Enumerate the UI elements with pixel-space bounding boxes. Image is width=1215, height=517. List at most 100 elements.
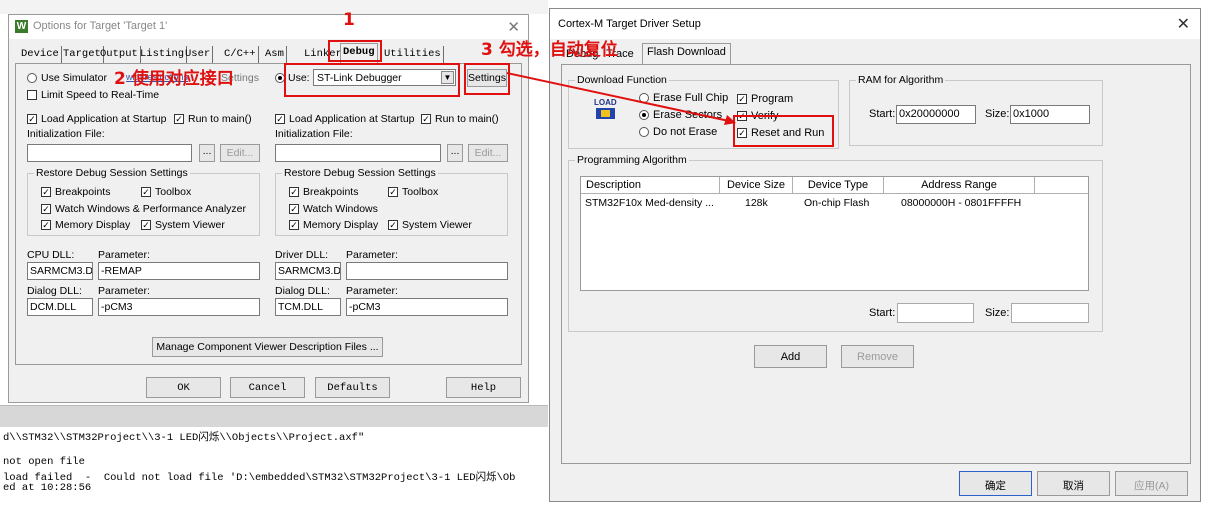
column-header-device-size[interactable]: Device Size xyxy=(720,177,793,194)
use-simulator-radio[interactable] xyxy=(27,73,37,83)
editor-background xyxy=(0,0,548,14)
toolbox-label: Toolbox xyxy=(155,186,192,198)
use-simulator-label: Use Simulator xyxy=(41,72,107,84)
cancel-button[interactable]: 取消 xyxy=(1037,471,1110,496)
algorithm-start-label: Start: xyxy=(869,307,896,319)
run-to-main-checkbox[interactable]: ✓ xyxy=(421,114,431,124)
algorithm-size-label: Size: xyxy=(985,307,1010,319)
memory-checkbox[interactable]: ✓ xyxy=(41,220,51,230)
help-button[interactable]: Help xyxy=(446,377,521,398)
toolbox-checkbox[interactable]: ✓ xyxy=(141,187,151,197)
init-file-input[interactable] xyxy=(27,144,192,162)
system-viewer-label: System Viewer xyxy=(402,219,472,231)
group-title: Restore Debug Session Settings xyxy=(34,167,190,179)
system-viewer-checkbox[interactable]: ✓ xyxy=(388,220,398,230)
ram-start-label: Start: xyxy=(869,108,896,120)
init-file-label: Initialization File: xyxy=(27,128,105,140)
build-output-header xyxy=(0,405,548,427)
annotation-step-2: 2 使用对应接口 xyxy=(114,69,234,89)
annotation-box-settings-button xyxy=(464,63,510,95)
group-title: Restore Debug Session Settings xyxy=(282,167,438,179)
system-viewer-label: System Viewer xyxy=(155,219,225,231)
column-header-device-type[interactable]: Device Type xyxy=(793,177,884,194)
close-icon[interactable]: ✕ xyxy=(507,18,520,36)
dialog-parameter-field[interactable]: -pCM3 xyxy=(98,298,260,316)
defaults-button[interactable]: Defaults xyxy=(315,377,390,398)
table-cell-address-range[interactable]: 08000000H - 0801FFFFH xyxy=(901,197,1021,209)
system-viewer-checkbox[interactable]: ✓ xyxy=(141,220,151,230)
annotation-arrow xyxy=(506,72,736,125)
browse-button[interactable]: ... xyxy=(447,144,463,162)
dialog-dll-field[interactable]: DCM.DLL xyxy=(27,298,93,316)
ram-size-field[interactable]: 0x1000 xyxy=(1010,105,1090,124)
edit-button[interactable]: Edit... xyxy=(468,144,508,162)
load-app-checkbox[interactable]: ✓ xyxy=(275,114,285,124)
dialog-title-bar: W Options for Target 'Target 1' ✕ xyxy=(9,15,528,39)
driver-dll-label: Driver DLL: xyxy=(275,249,329,261)
cpu-dll-label: CPU DLL: xyxy=(27,249,75,261)
add-button[interactable]: Add xyxy=(754,345,827,368)
limit-speed-checkbox[interactable] xyxy=(27,90,37,100)
init-file-input[interactable] xyxy=(275,144,441,162)
column-header-description[interactable]: Description xyxy=(581,177,720,194)
memory-label: Memory Display xyxy=(55,219,131,231)
tab-output[interactable]: Output xyxy=(98,46,141,63)
apply-button[interactable]: 应用(A) xyxy=(1115,471,1188,496)
ram-start-field[interactable]: 0x20000000 xyxy=(896,105,976,124)
breakpoints-label: Breakpoints xyxy=(303,186,359,198)
run-to-main-label: Run to main() xyxy=(435,113,499,125)
breakpoints-checkbox[interactable]: ✓ xyxy=(41,187,51,197)
cpu-parameter-field[interactable]: -REMAP xyxy=(98,262,260,280)
memory-label: Memory Display xyxy=(303,219,379,231)
manage-component-viewer-button[interactable]: Manage Component Viewer Description File… xyxy=(152,337,383,357)
memory-checkbox[interactable]: ✓ xyxy=(289,220,299,230)
parameter-label: Parameter: xyxy=(98,249,150,261)
run-to-main-checkbox[interactable]: ✓ xyxy=(174,114,184,124)
dialog-dll-field[interactable]: TCM.DLL xyxy=(275,298,341,316)
parameter-label: Parameter: xyxy=(346,249,398,261)
watch-checkbox[interactable]: ✓ xyxy=(289,204,299,214)
init-file-label: Initialization File: xyxy=(275,128,353,140)
tab-cc[interactable]: C/C++ xyxy=(222,46,259,63)
column-header-empty xyxy=(1035,177,1088,194)
dialog-title: Options for Target 'Target 1' xyxy=(33,20,168,32)
tab-device[interactable]: Device xyxy=(19,46,62,63)
toolbox-checkbox[interactable]: ✓ xyxy=(388,187,398,197)
output-line: d\\STM32\\STM32Project\\3-1 LED闪烁\\Objec… xyxy=(3,432,365,444)
dialog-title: Cortex-M Target Driver Setup xyxy=(558,18,701,30)
ok-button[interactable]: 确定 xyxy=(959,471,1032,496)
driver-parameter-field[interactable] xyxy=(346,262,508,280)
tab-flash-download[interactable]: Flash Download xyxy=(642,43,731,65)
parameter-label: Parameter: xyxy=(346,285,398,297)
dialog-parameter-field[interactable]: -pCM3 xyxy=(346,298,508,316)
table-cell-device-size[interactable]: 128k xyxy=(745,197,768,209)
remove-button[interactable]: Remove xyxy=(841,345,914,368)
algorithm-table: Description Device Size Device Type Addr… xyxy=(580,176,1089,291)
ok-button[interactable]: OK xyxy=(146,377,221,398)
load-app-checkbox[interactable]: ✓ xyxy=(27,114,37,124)
tab-asm[interactable]: Asm xyxy=(263,46,287,63)
annotation-box-reset-and-run xyxy=(733,115,834,147)
keil-logo-icon: W xyxy=(15,20,28,33)
algorithm-start-field[interactable] xyxy=(897,303,974,323)
table-cell-device-type[interactable]: On-chip Flash xyxy=(804,197,869,209)
browse-button[interactable]: ... xyxy=(199,144,215,162)
annotation-step-1: 1 xyxy=(343,10,355,30)
tab-listing[interactable]: Listing xyxy=(138,46,188,63)
build-output-panel: d\\STM32\\STM32Project\\3-1 LED闪烁\\Objec… xyxy=(0,427,548,509)
tab-user[interactable]: User xyxy=(183,46,214,63)
cancel-button[interactable]: Cancel xyxy=(230,377,305,398)
watch-checkbox[interactable]: ✓ xyxy=(41,204,51,214)
limit-speed-label: Limit Speed to Real-Time xyxy=(41,89,160,101)
group-title: RAM for Algorithm xyxy=(856,74,946,86)
column-header-address-range[interactable]: Address Range xyxy=(884,177,1035,194)
close-icon[interactable]: ✕ xyxy=(1177,14,1190,34)
cpu-dll-field[interactable]: SARMCM3.DLL xyxy=(27,262,93,280)
algorithm-size-field[interactable] xyxy=(1011,303,1089,323)
dialog-title-bar: Cortex-M Target Driver Setup ✕ xyxy=(550,9,1200,39)
edit-button[interactable]: Edit... xyxy=(220,144,260,162)
breakpoints-checkbox[interactable]: ✓ xyxy=(289,187,299,197)
tab-utilities[interactable]: Utilities xyxy=(382,46,444,63)
table-cell-description[interactable]: STM32F10x Med-density ... xyxy=(585,197,714,209)
driver-dll-field[interactable]: SARMCM3.DLL xyxy=(275,262,341,280)
